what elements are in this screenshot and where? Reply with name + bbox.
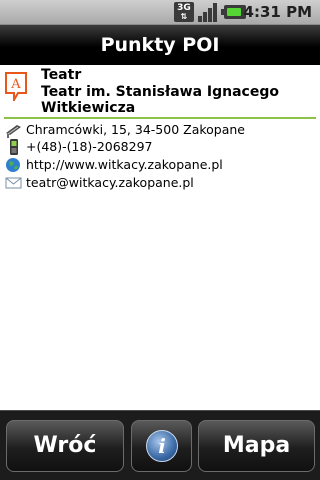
status-bar: 3G ⇅ 4:31 PM [0,0,320,25]
envelope-icon [5,177,22,189]
info-icon: i [146,430,178,462]
website-link[interactable]: http://www.witkacy.zakopane.pl [26,156,223,174]
address-row: Chramcówki, 15, 34-500 Zakopane [5,121,315,139]
email-link[interactable]: teatr@witkacy.zakopane.pl [26,174,194,192]
page-title: Punkty POI [100,34,220,56]
3g-icon: 3G ⇅ [174,2,194,22]
poi-category: Teatr [41,67,82,83]
phone-row[interactable]: +(48)-(18)-2068297 [5,138,315,156]
title-bar: Punkty POI [0,25,320,65]
info-button[interactable]: i [131,420,192,472]
signal-icon [198,2,220,22]
map-button[interactable]: Mapa [198,420,315,472]
address-text: Chramcówki, 15, 34-500 Zakopane [26,122,246,137]
svg-text:A: A [10,77,21,92]
poi-name: Teatr im. Stanisława Ignacego Witkiewicz… [41,84,279,116]
back-button[interactable]: Wróć [6,420,124,472]
email-row[interactable]: teatr@witkacy.zakopane.pl [5,174,315,192]
website-row[interactable]: http://www.witkacy.zakopane.pl [5,156,315,174]
globe-icon [6,158,20,172]
status-time: 4:31 PM [243,3,312,21]
phone-icon [10,139,18,155]
divider [4,117,316,119]
road-sign-icon [6,125,21,138]
theatre-pin-icon: A [5,72,27,101]
phone-text[interactable]: +(48)-(18)-2068297 [26,138,152,156]
